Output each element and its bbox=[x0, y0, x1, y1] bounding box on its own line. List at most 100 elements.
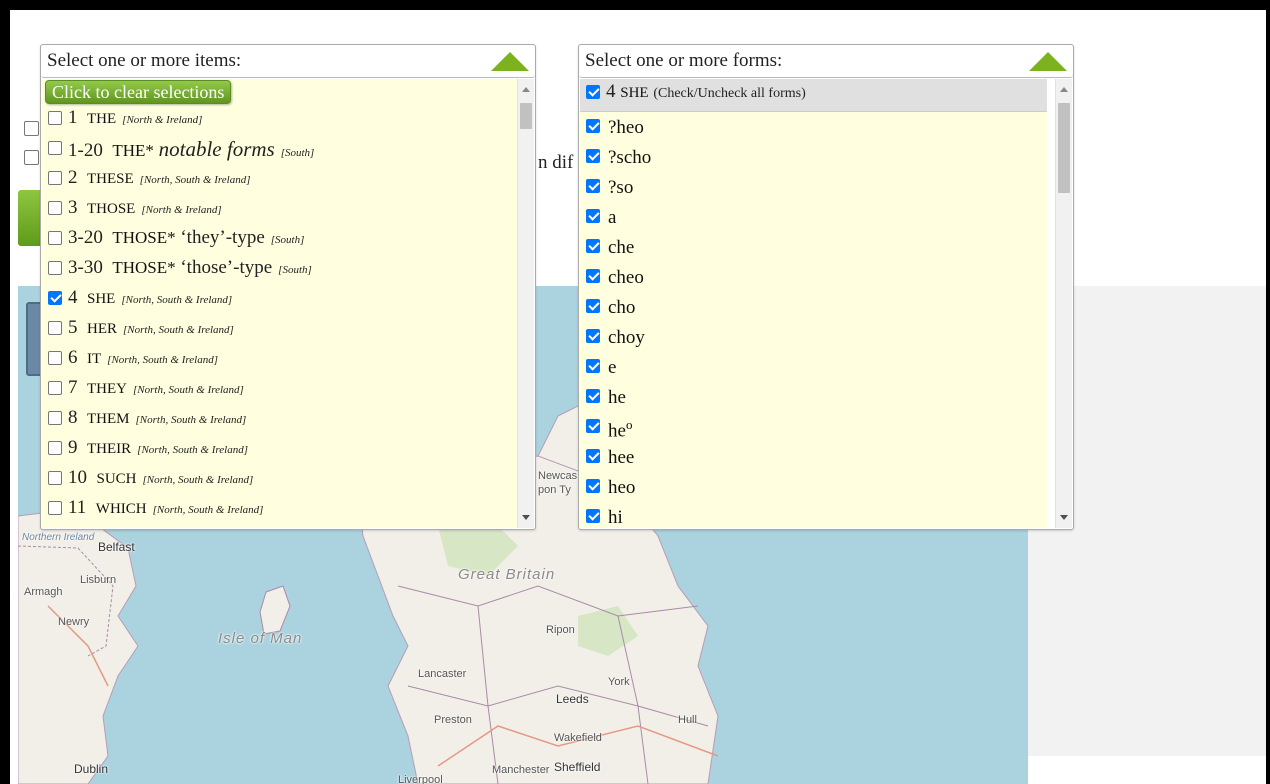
form-text: a bbox=[608, 207, 617, 228]
items-dropdown[interactable]: Select one or more items: Click to clear… bbox=[40, 44, 536, 530]
item-region: [North, South & Ireland] bbox=[133, 384, 244, 396]
item-label: 5 HER [North, South & Ireland] bbox=[68, 317, 234, 339]
item-checkbox[interactable] bbox=[48, 321, 62, 335]
form-option[interactable]: cho bbox=[580, 293, 1047, 323]
item-checkbox[interactable] bbox=[48, 141, 62, 155]
form-option[interactable]: ?heo bbox=[580, 113, 1047, 143]
map-label-york: York bbox=[608, 676, 630, 688]
form-option[interactable]: choy bbox=[580, 323, 1047, 353]
map-label-lisburn: Lisburn bbox=[80, 574, 117, 586]
item-checkbox[interactable] bbox=[48, 111, 62, 125]
form-checkbox[interactable] bbox=[586, 179, 600, 193]
scroll-up-arrow-icon[interactable] bbox=[1060, 87, 1068, 92]
item-checkbox[interactable] bbox=[48, 171, 62, 185]
item-option[interactable]: 3-20 THOSE* ‘they’-type [South] bbox=[42, 225, 517, 255]
form-head-note: (Check/Uncheck all forms) bbox=[653, 86, 806, 101]
form-checkbox[interactable] bbox=[586, 239, 600, 253]
form-option[interactable]: heo bbox=[580, 473, 1047, 503]
item-extra: notable forms bbox=[158, 137, 275, 161]
item-checkbox[interactable] bbox=[48, 501, 62, 515]
collapse-arrow-icon[interactable] bbox=[491, 52, 529, 71]
page: Northern Ireland Belfast Lisburn Armagh … bbox=[10, 10, 1266, 784]
form-checkbox[interactable] bbox=[586, 149, 600, 163]
item-region: [North, South & Ireland] bbox=[107, 354, 218, 366]
scroll-thumb[interactable] bbox=[520, 103, 532, 129]
form-option[interactable]: e bbox=[580, 353, 1047, 383]
form-checkbox[interactable] bbox=[586, 269, 600, 283]
form-checkbox[interactable] bbox=[586, 479, 600, 493]
items-scrollbar[interactable] bbox=[517, 79, 534, 528]
scroll-down-arrow-icon[interactable] bbox=[1060, 515, 1068, 520]
background-checkbox-2[interactable] bbox=[24, 150, 39, 165]
item-checkbox[interactable] bbox=[48, 231, 62, 245]
form-checkbox[interactable] bbox=[586, 449, 600, 463]
form-checkbox[interactable] bbox=[586, 299, 600, 313]
forms-dropdown[interactable]: Select one or more forms: 4 SHE (Check/U… bbox=[578, 44, 1074, 530]
item-option[interactable]: 3-30 THOSE* ‘those’-type [South] bbox=[42, 255, 517, 285]
form-checkbox[interactable] bbox=[586, 389, 600, 403]
form-text: he bbox=[608, 387, 626, 408]
form-option[interactable]: he bbox=[580, 383, 1047, 413]
scroll-thumb[interactable] bbox=[1058, 103, 1070, 193]
form-option[interactable]: hi bbox=[580, 503, 1047, 528]
form-checkbox[interactable] bbox=[586, 209, 600, 223]
map-label-belfast: Belfast bbox=[98, 540, 135, 554]
form-checkbox[interactable] bbox=[586, 509, 600, 523]
form-text: he bbox=[608, 420, 626, 442]
items-dropdown-header[interactable]: Select one or more items: bbox=[41, 45, 535, 78]
item-option[interactable]: 6 IT [North, South & Ireland] bbox=[42, 345, 517, 375]
map-label-armagh: Armagh bbox=[24, 586, 63, 598]
form-head-label: 4 SHE (Check/Uncheck all forms) bbox=[606, 81, 806, 103]
form-option[interactable]: heo bbox=[580, 413, 1047, 443]
item-option[interactable]: 1 THE [North & Ireland] bbox=[42, 105, 517, 135]
item-checkbox[interactable] bbox=[48, 291, 62, 305]
forms-scrollbar[interactable] bbox=[1055, 79, 1072, 528]
item-checkbox[interactable] bbox=[48, 381, 62, 395]
item-option[interactable]: 8 THEM [North, South & Ireland] bbox=[42, 405, 517, 435]
item-checkbox[interactable] bbox=[48, 201, 62, 215]
background-checkbox-1[interactable] bbox=[24, 121, 39, 136]
form-superscript: o bbox=[625, 417, 633, 432]
forms-dropdown-header[interactable]: Select one or more forms: bbox=[579, 45, 1073, 78]
item-number: 10 bbox=[68, 467, 87, 488]
form-checkbox[interactable] bbox=[586, 359, 600, 373]
item-option[interactable]: 9 THEIR [North, South & Ireland] bbox=[42, 435, 517, 465]
form-text: ?so bbox=[608, 177, 634, 198]
form-option[interactable]: cheo bbox=[580, 263, 1047, 293]
clear-selections-button[interactable]: Click to clear selections bbox=[45, 80, 232, 104]
check-all-forms-row[interactable]: 4 SHE (Check/Uncheck all forms) bbox=[580, 79, 1047, 112]
item-option[interactable]: 7 THEY [North, South & Ireland] bbox=[42, 375, 517, 405]
item-checkbox[interactable] bbox=[48, 471, 62, 485]
map-label-manchester: Manchester bbox=[492, 764, 550, 776]
item-option[interactable]: 1-20 THE* notable forms [South] bbox=[42, 135, 517, 165]
scroll-down-arrow-icon[interactable] bbox=[522, 515, 530, 520]
form-checkbox[interactable] bbox=[586, 419, 600, 433]
item-option[interactable]: 3 THOSE [North & Ireland] bbox=[42, 195, 517, 225]
collapse-arrow-icon[interactable] bbox=[1029, 52, 1067, 71]
forms-list: 4 SHE (Check/Uncheck all forms) ?heo ?sch… bbox=[580, 79, 1047, 528]
item-checkbox[interactable] bbox=[48, 441, 62, 455]
scroll-up-arrow-icon[interactable] bbox=[522, 87, 530, 92]
item-option[interactable]: 2 THESE [North, South & Ireland] bbox=[42, 165, 517, 195]
form-option[interactable]: a bbox=[580, 203, 1047, 233]
item-option[interactable]: 5 HER [North, South & Ireland] bbox=[42, 315, 517, 345]
item-checkbox[interactable] bbox=[48, 261, 62, 275]
item-word: SUCH bbox=[96, 471, 137, 487]
item-checkbox[interactable] bbox=[48, 351, 62, 365]
form-option[interactable]: ?so bbox=[580, 173, 1047, 203]
item-option[interactable]: 11 WHICH [North, South & Ireland] bbox=[42, 495, 517, 525]
form-option[interactable]: hee bbox=[580, 443, 1047, 473]
item-checkbox[interactable] bbox=[48, 411, 62, 425]
background-green-button[interactable] bbox=[18, 190, 40, 246]
form-checkbox[interactable] bbox=[586, 119, 600, 133]
form-text: choy bbox=[608, 327, 645, 348]
form-option[interactable]: ?scho bbox=[580, 143, 1047, 173]
check-all-checkbox[interactable] bbox=[586, 85, 600, 99]
form-text: hee bbox=[608, 447, 635, 468]
item-option[interactable]: 4 SHE [North, South & Ireland] bbox=[42, 285, 517, 315]
item-quote: ‘they’-type bbox=[180, 227, 265, 248]
form-checkbox[interactable] bbox=[586, 329, 600, 343]
form-label: hi bbox=[608, 507, 623, 528]
item-option[interactable]: 10 SUCH [North, South & Ireland] bbox=[42, 465, 517, 495]
form-option[interactable]: che bbox=[580, 233, 1047, 263]
